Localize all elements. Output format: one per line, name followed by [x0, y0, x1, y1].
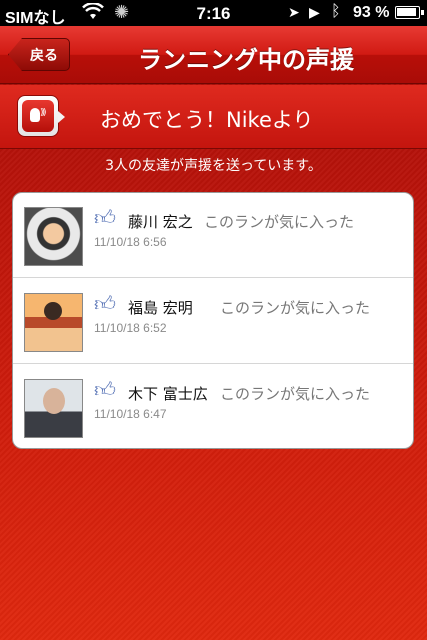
cheer-message: このランが気に入った — [204, 213, 355, 231]
like-thumb-icon: 👍︎ — [94, 378, 116, 402]
cheer-title: おめでとう！Nikeより — [100, 108, 314, 132]
friend-name: 木下 富士広 — [128, 385, 208, 403]
friend-name: 藤川 宏之 — [128, 213, 193, 231]
back-button[interactable]: 戻る — [8, 38, 70, 71]
list-item[interactable]: 👍︎ 木下 富士広 このランが気に入った 11/10/18 6:47 — [13, 365, 413, 448]
page-title: ランニング中の声援 — [138, 46, 354, 74]
timestamp: 11/10/18 6:52 — [94, 321, 167, 335]
cheer-message: このランが気に入った — [220, 299, 371, 317]
like-thumb-icon: 👍︎ — [94, 206, 116, 230]
like-thumb-icon: 👍︎ — [94, 292, 116, 316]
cheer-speaker-icon[interactable] — [17, 95, 65, 137]
list-item[interactable]: 👍︎ 藤川 宏之 このランが気に入った 11/10/18 6:56 — [13, 193, 413, 278]
avatar — [24, 293, 83, 352]
friend-name: 福島 宏明 — [128, 299, 193, 317]
cheer-count-text: 3人の友達が声援を送っています。 — [105, 158, 322, 174]
navigation-bar: 戻る ランニング中の声援 — [0, 26, 427, 84]
cheer-header: おめでとう！Nikeより — [0, 85, 427, 149]
play-icon: ▶ — [309, 4, 320, 20]
avatar — [24, 207, 83, 266]
battery-icon — [395, 6, 424, 19]
status-bar: SIMなし ✺ 7:16 ➤ ▶ ᛒ 93 % — [0, 0, 427, 27]
location-arrow-icon: ➤ — [288, 4, 300, 20]
cheer-message: このランが気に入った — [220, 385, 371, 403]
bluetooth-icon: ᛒ — [331, 3, 341, 20]
timestamp: 11/10/18 6:47 — [94, 407, 167, 421]
timestamp: 11/10/18 6:56 — [94, 235, 167, 249]
list-item[interactable]: 👍︎ 福島 宏明 このランが気に入った 11/10/18 6:52 — [13, 279, 413, 364]
battery-percent: 93 % — [353, 4, 390, 21]
avatar — [24, 379, 83, 438]
cheer-list: 👍︎ 藤川 宏之 このランが気に入った 11/10/18 6:56 👍︎ 福島 … — [12, 192, 414, 449]
